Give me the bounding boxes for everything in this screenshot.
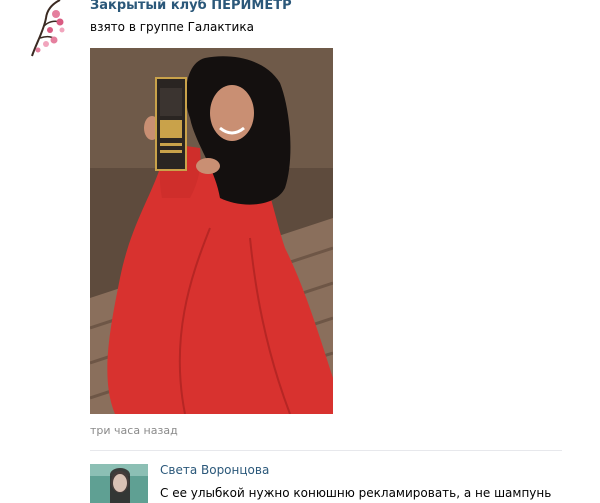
comment-author-name[interactable]: Света Воронцова: [160, 463, 269, 477]
group-avatar[interactable]: [26, 0, 66, 58]
comments-divider: [90, 450, 562, 451]
post-timestamp[interactable]: три часа назад: [90, 424, 178, 437]
flower-branch-icon: [31, 0, 65, 57]
comment-author-avatar[interactable]: [90, 464, 148, 503]
post-text: взято в группе Галактика: [90, 20, 254, 34]
photo-image: [90, 48, 333, 414]
comment-text: С ее улыбкой нужно конюшню рекламировать…: [160, 486, 552, 500]
group-name-link[interactable]: Закрытый клуб ПЕРИМЕТР: [90, 0, 292, 13]
post-photo[interactable]: [90, 48, 333, 414]
avatar-image: [90, 464, 148, 503]
